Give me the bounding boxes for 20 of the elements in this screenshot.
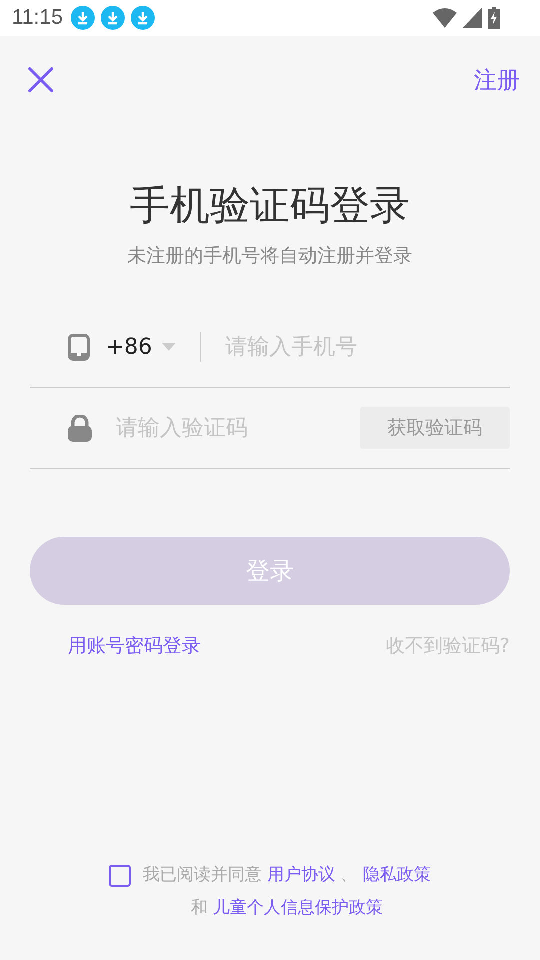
child-privacy-policy-link[interactable]: 儿童个人信息保护政策 bbox=[213, 898, 384, 918]
signal-icon bbox=[463, 8, 482, 28]
wifi-icon bbox=[433, 8, 457, 28]
download-icon bbox=[101, 6, 125, 30]
page-title: 手机验证码登录 bbox=[129, 182, 411, 231]
privacy-policy-link[interactable]: 隐私政策 bbox=[363, 865, 432, 885]
register-link[interactable]: 注册 bbox=[474, 64, 520, 96]
agreement-text: 我已阅读并同意 用户协议 、 隐私政策 和 儿童个人信息保护政策 bbox=[142, 864, 432, 920]
agreement-checkbox[interactable] bbox=[108, 865, 131, 887]
user-agreement-link[interactable]: 用户协议 bbox=[267, 865, 336, 885]
password-login-link[interactable]: 用账号密码登录 bbox=[68, 633, 201, 659]
close-button[interactable] bbox=[28, 67, 54, 93]
download-icon bbox=[71, 6, 95, 30]
subtitle: 未注册的手机号将自动注册并登录 bbox=[126, 244, 414, 269]
lock-icon bbox=[68, 414, 92, 442]
status-time: 11:15 bbox=[12, 6, 63, 30]
download-icon bbox=[131, 6, 155, 30]
country-code[interactable]: +86 bbox=[106, 334, 152, 360]
phone-icon bbox=[68, 334, 90, 360]
battery-charging-icon bbox=[488, 7, 500, 29]
